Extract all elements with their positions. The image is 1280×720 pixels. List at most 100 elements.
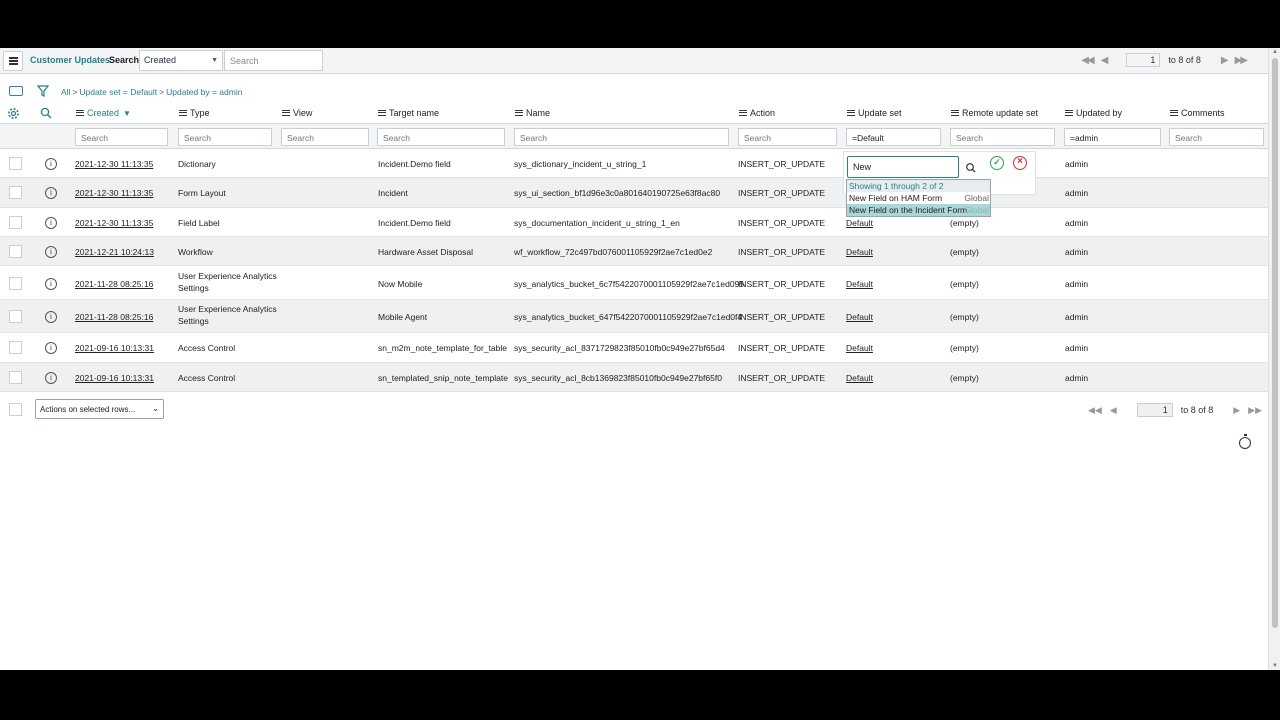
search-field-select[interactable]: Created ▼ (139, 50, 223, 71)
breadcrumb-update-set[interactable]: Update set = Default (79, 87, 157, 97)
column-menu-icon[interactable] (951, 110, 959, 116)
page-input[interactable]: 1 (1136, 403, 1173, 417)
cell-update-set[interactable]: Default (846, 217, 873, 229)
cell-update-set[interactable]: Default (846, 278, 873, 290)
first-page-icon[interactable]: ◀◀ (1081, 55, 1094, 66)
cell-name: sys_ui_section_bf1d96e3c0a801640190725e6… (514, 188, 721, 198)
check-circle-icon[interactable]: ✓ (990, 156, 1004, 170)
column-menu-icon[interactable] (179, 110, 187, 116)
vertical-scrollbar[interactable]: ▲ ▼ (1268, 48, 1280, 670)
column-header-update-set[interactable]: Update set (847, 106, 902, 120)
filter-created[interactable]: Search (75, 128, 168, 146)
filter-view[interactable]: Search (281, 128, 369, 146)
gear-icon[interactable] (7, 107, 20, 120)
breadcrumb-all[interactable]: All (61, 87, 70, 97)
cell-created[interactable]: 2021-12-30 11:13:35 (75, 217, 153, 229)
column-menu-icon[interactable] (378, 110, 386, 116)
column-header-action[interactable]: Action (739, 106, 775, 120)
column-header-type[interactable]: Type (179, 106, 210, 120)
table-row: i 2021-09-16 10:13:31 Access Control sn_… (0, 363, 1268, 392)
filter-update-set[interactable]: =Default (846, 128, 941, 146)
next-page-icon[interactable]: ▶ (1221, 55, 1229, 66)
column-header-created[interactable]: Created ▼ (76, 106, 131, 120)
column-menu-icon[interactable] (1170, 110, 1178, 116)
scrollbar-thumb[interactable] (1272, 58, 1278, 628)
cell-created[interactable]: 2021-12-21 10:24:13 (75, 246, 154, 258)
column-menu-icon[interactable] (1065, 110, 1073, 116)
column-header-view[interactable]: View (282, 106, 312, 120)
info-icon[interactable]: i (45, 246, 57, 258)
row-checkbox[interactable] (9, 157, 22, 170)
filter-action[interactable]: Search (738, 128, 837, 146)
autocomplete-option[interactable]: New Field on HAM Form Global (847, 192, 990, 204)
menu-icon[interactable] (3, 51, 23, 71)
sort-desc-icon: ▼ (123, 108, 131, 118)
row-checkbox[interactable] (9, 371, 22, 384)
column-menu-icon[interactable] (282, 110, 290, 116)
info-icon[interactable]: i (45, 158, 57, 170)
column-header-target-name[interactable]: Target name (378, 106, 439, 120)
filter-type[interactable]: Search (178, 128, 272, 146)
cell-created[interactable]: 2021-09-16 10:13:31 (75, 342, 154, 354)
cell-created[interactable]: 2021-12-30 11:13:35 (75, 187, 153, 199)
list-title[interactable]: Customer Updates (30, 55, 110, 65)
first-page-icon[interactable]: ◀◀ (1088, 405, 1102, 416)
info-icon[interactable]: i (45, 278, 57, 290)
scroll-up-icon[interactable]: ▲ (1272, 49, 1278, 55)
info-icon[interactable]: i (45, 187, 57, 199)
select-all-checkbox[interactable] (9, 403, 22, 416)
inline-edit-input[interactable]: New (847, 156, 959, 178)
actions-select[interactable]: Actions on selected rows... ⌄ (35, 399, 164, 419)
info-icon[interactable]: i (45, 372, 57, 384)
stopwatch-icon[interactable] (1239, 434, 1251, 449)
row-checkbox[interactable] (9, 310, 22, 323)
cell-created[interactable]: 2021-11-28 08:25:16 (75, 278, 153, 290)
info-icon[interactable]: i (45, 311, 57, 323)
column-menu-icon[interactable] (739, 110, 747, 116)
filter-icon[interactable] (37, 85, 49, 97)
filter-target-name[interactable]: Search (377, 128, 505, 146)
prev-page-icon[interactable]: ◀ (1101, 55, 1109, 66)
chat-icon[interactable] (9, 86, 23, 96)
row-checkbox[interactable] (9, 216, 22, 229)
column-menu-icon[interactable] (847, 110, 855, 116)
column-header-updated-by[interactable]: Updated by (1065, 106, 1122, 120)
column-menu-icon[interactable] (76, 110, 84, 116)
cell-update-set[interactable]: Default (846, 246, 873, 258)
row-checkbox[interactable] (9, 341, 22, 354)
column-header-name[interactable]: Name (515, 106, 550, 120)
autocomplete-option-highlighted[interactable]: New Field on the Incident Form Global (847, 204, 990, 216)
filter-updated-by[interactable]: =admin (1064, 128, 1161, 146)
scroll-down-icon[interactable]: ▼ (1272, 663, 1278, 669)
info-icon[interactable]: i (45, 217, 57, 229)
last-page-icon[interactable]: ▶▶ (1248, 405, 1262, 416)
breadcrumb-updated-by[interactable]: Updated by = admin (166, 87, 242, 97)
prev-page-icon[interactable]: ◀ (1110, 405, 1117, 416)
page-input[interactable]: 1 (1126, 53, 1161, 67)
last-page-icon[interactable]: ▶▶ (1235, 55, 1248, 66)
cell-created[interactable]: 2021-11-28 08:25:16 (75, 311, 153, 323)
search-icon[interactable] (40, 107, 52, 119)
next-page-icon[interactable]: ▶ (1233, 405, 1240, 416)
cell-created[interactable]: 2021-09-16 10:13:31 (75, 372, 154, 384)
row-checkbox[interactable] (9, 245, 22, 258)
column-header-comments[interactable]: Comments (1170, 106, 1225, 120)
cell-action: INSERT_OR_UPDATE (738, 312, 826, 322)
cell-update-set[interactable]: Default (846, 342, 873, 354)
row-checkbox[interactable] (9, 277, 22, 290)
row-checkbox[interactable] (9, 186, 22, 199)
cell-update-set[interactable]: Default (846, 311, 873, 323)
column-menu-icon[interactable] (515, 110, 523, 116)
filter-remote-update-set[interactable]: Search (950, 128, 1055, 146)
lookup-search-icon[interactable] (962, 159, 980, 177)
filter-comments[interactable]: Search (1169, 128, 1264, 146)
x-circle-icon[interactable]: × (1013, 156, 1027, 170)
cell-updated-by: admin (1065, 159, 1089, 169)
cell-created[interactable]: 2021-12-30 11:13:35 (75, 158, 153, 170)
filter-name[interactable]: Search (514, 128, 729, 146)
search-input[interactable]: Search (224, 50, 323, 71)
cell-update-set[interactable]: Default (846, 372, 873, 384)
column-header-remote-update-set[interactable]: Remote update set (951, 106, 1038, 120)
info-icon[interactable]: i (45, 342, 57, 354)
cell-updated-by: admin (1065, 343, 1089, 353)
